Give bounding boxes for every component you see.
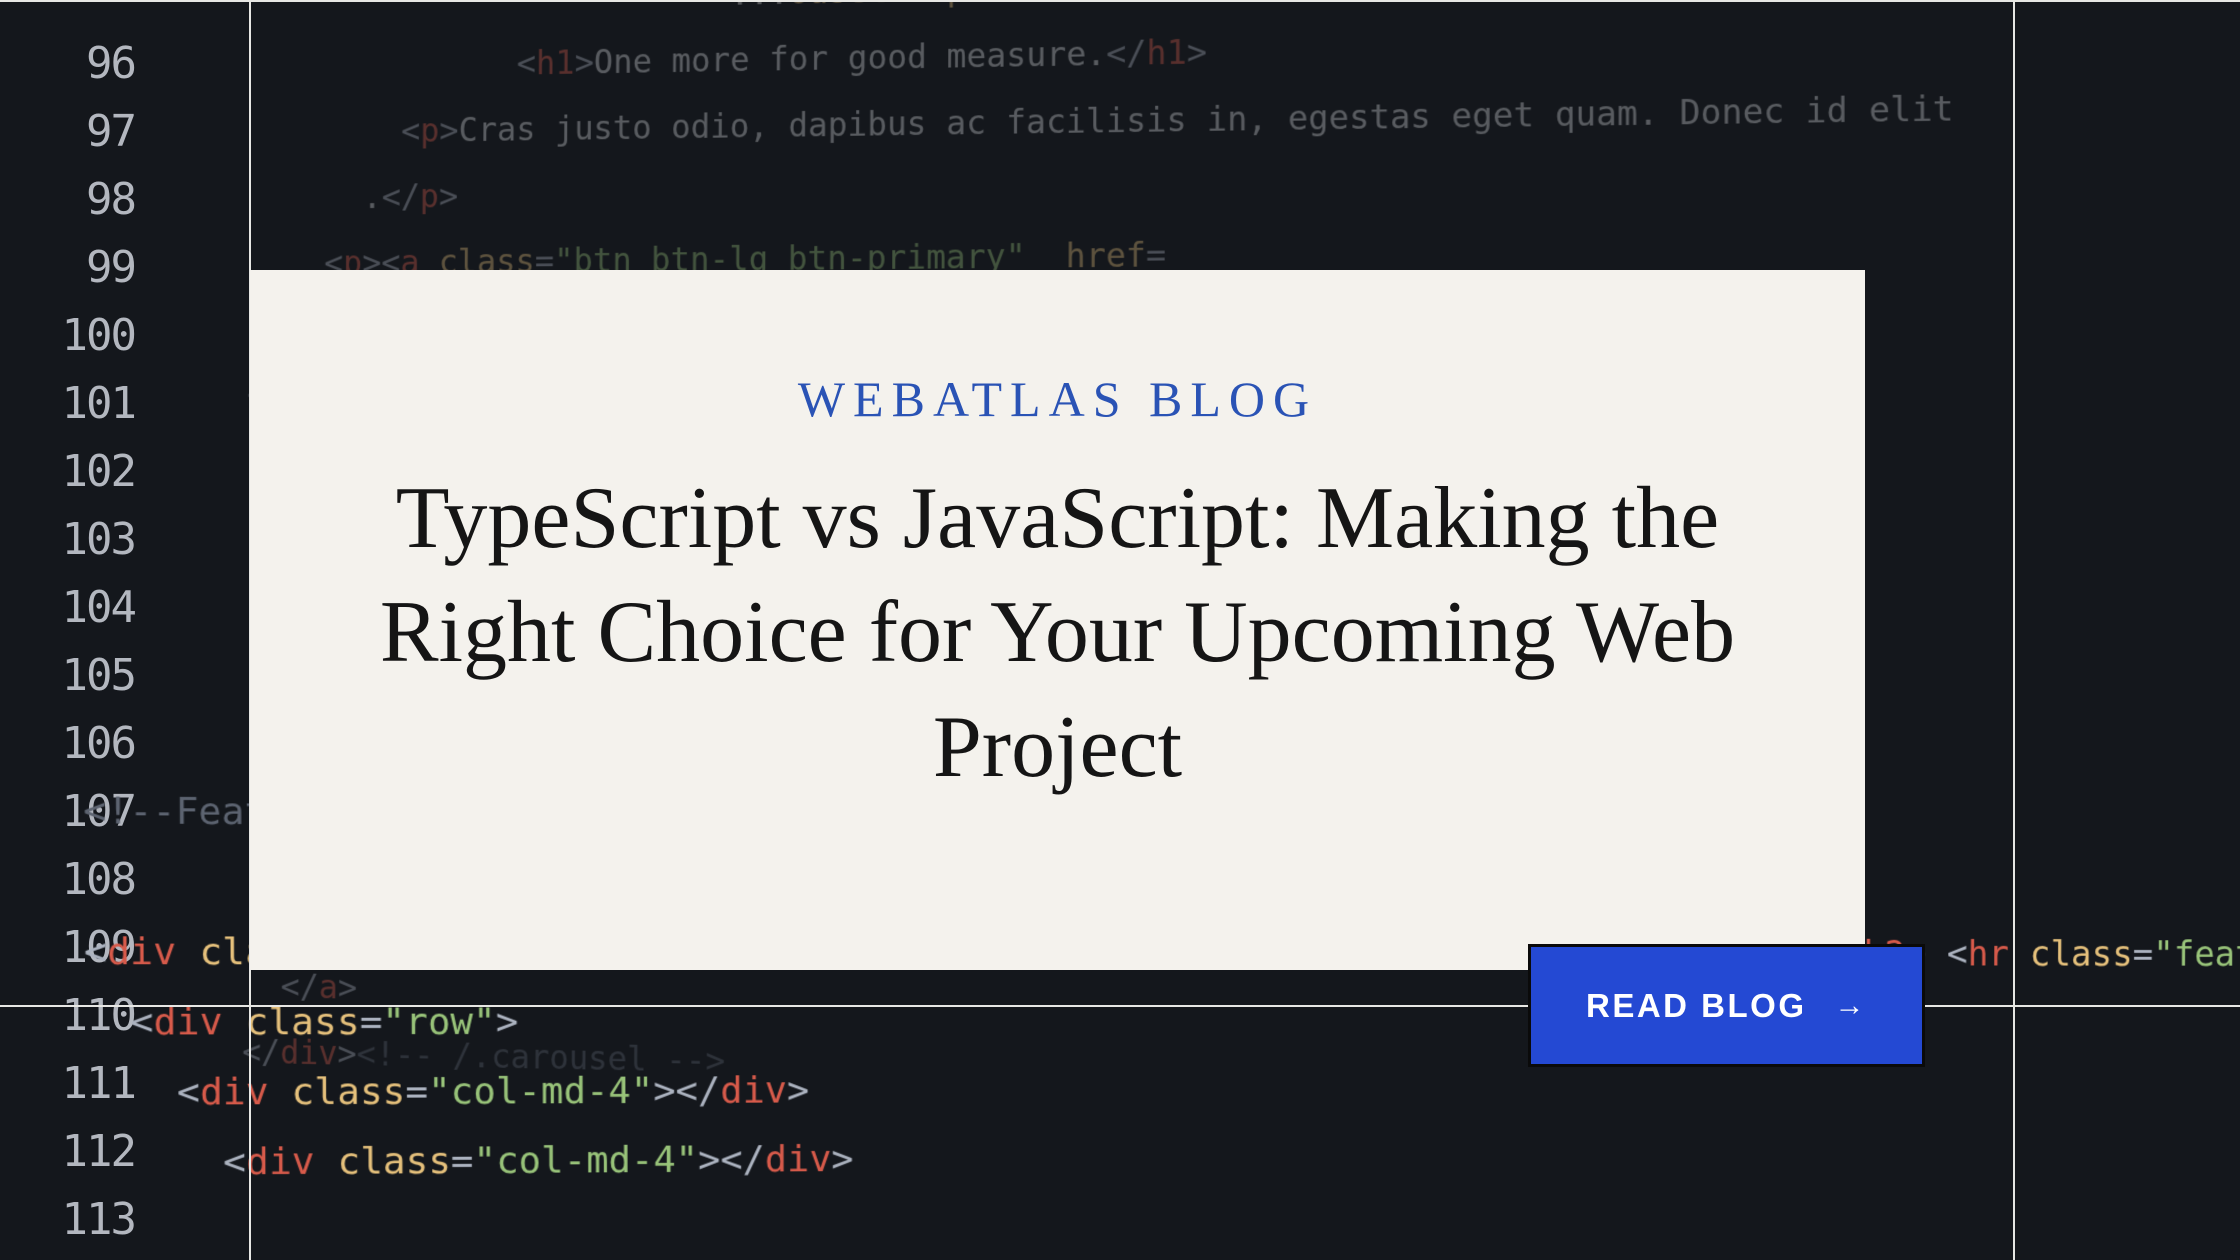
line-number: 98 <box>0 166 135 234</box>
line-number: 100 <box>0 302 135 370</box>
line-number: 105 <box>0 642 135 710</box>
line-number: 99 <box>0 234 135 302</box>
line-number: 97 <box>0 98 135 166</box>
eyebrow-text: WEBATLAS BLOG <box>310 370 1805 428</box>
read-blog-button[interactable]: READ BLOG → <box>1528 944 1925 1067</box>
arrow-right-icon: → <box>1835 989 1868 1023</box>
line-number: 104 <box>0 574 135 642</box>
line-number: 102 <box>0 438 135 506</box>
frame-line-top <box>0 0 2240 2</box>
frame-line-right <box>2013 0 2015 1260</box>
cta-label: READ BLOG <box>1586 987 1807 1025</box>
line-number: 103 <box>0 506 135 574</box>
headline-text: TypeScript vs JavaScript: Making the Rig… <box>310 462 1805 805</box>
hero-card: WEBATLAS BLOG TypeScript vs JavaScript: … <box>250 270 1865 970</box>
line-number: 101 <box>0 370 135 438</box>
line-number: 96 <box>0 30 135 98</box>
